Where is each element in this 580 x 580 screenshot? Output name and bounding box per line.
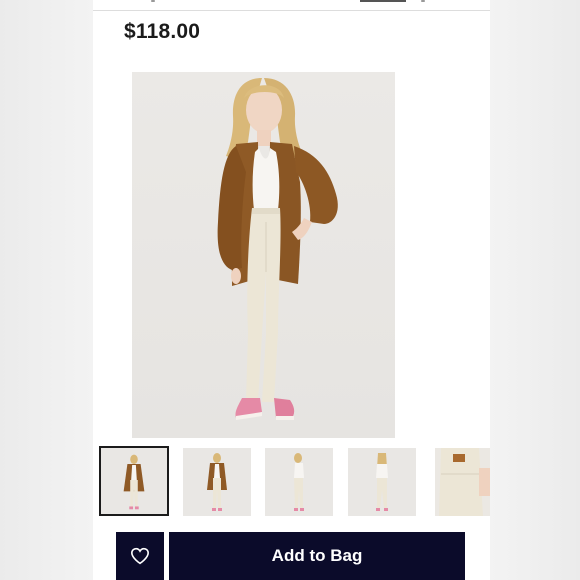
background-left — [0, 0, 93, 580]
nav-mark — [151, 0, 155, 2]
heart-icon — [130, 547, 150, 565]
product-main-image[interactable] — [132, 72, 395, 438]
thumbnail-5[interactable] — [435, 448, 490, 516]
purchase-bar: Add to Bag — [93, 524, 490, 580]
thumbnail-4[interactable] — [348, 448, 416, 516]
model-photo-icon — [123, 454, 145, 510]
model-photo-icon — [207, 453, 227, 511]
divider — [93, 10, 490, 11]
favorite-button[interactable] — [116, 532, 164, 580]
thumbnail-3[interactable] — [265, 448, 333, 516]
thumbnail-strip — [99, 446, 490, 520]
model-photo — [217, 78, 338, 420]
add-to-bag-button[interactable]: Add to Bag — [169, 532, 465, 580]
product-price: $118.00 — [124, 20, 201, 43]
model-photo-icon — [376, 453, 388, 511]
jeans-closeup-icon — [435, 448, 490, 516]
thumbnail-1[interactable] — [99, 446, 169, 516]
model-photo-icon — [294, 453, 304, 511]
thumbnail-2[interactable] — [183, 448, 251, 516]
product-page: $118.00 Add to Bag — [93, 0, 490, 580]
top-nav-remnant — [93, 0, 490, 6]
background-right — [490, 0, 580, 580]
nav-underline — [360, 0, 406, 2]
nav-mark — [421, 0, 425, 2]
